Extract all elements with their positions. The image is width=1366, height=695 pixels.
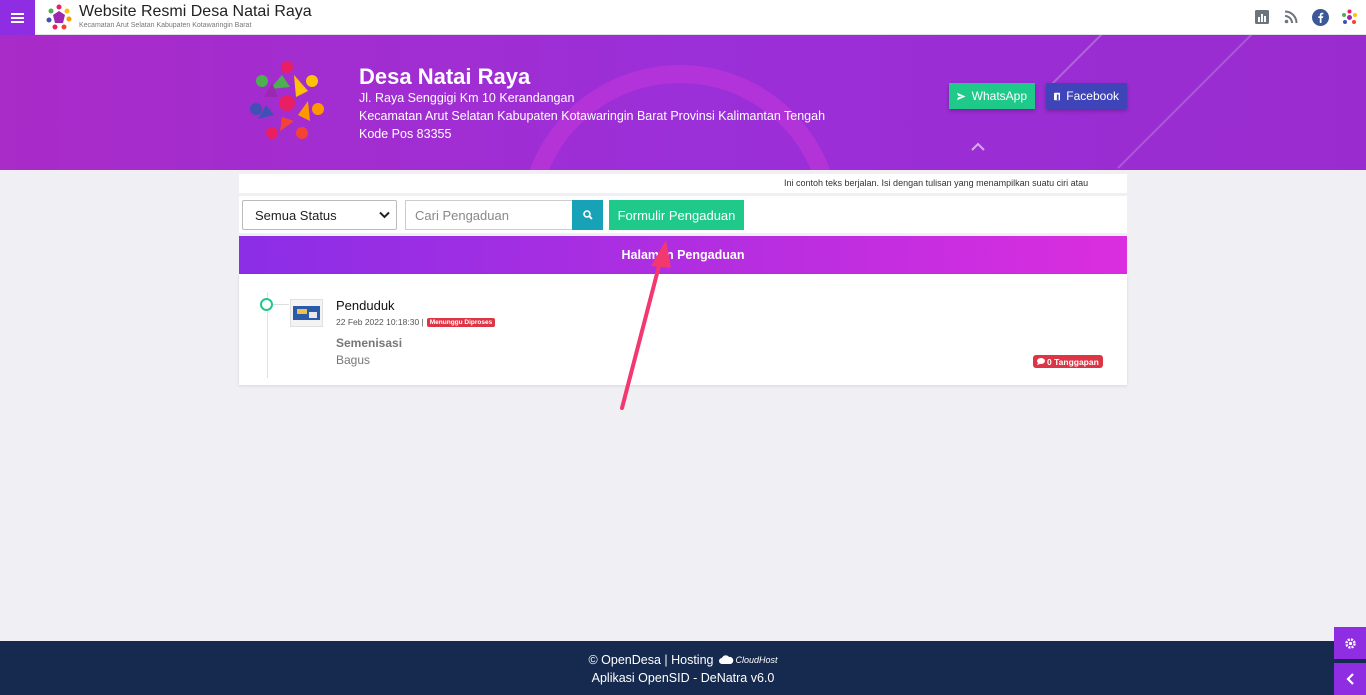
whatsapp-button-label: WhatsApp <box>971 89 1027 103</box>
complaint-text: Bagus <box>336 353 371 367</box>
settings-button[interactable] <box>1334 627 1366 659</box>
facebook-button[interactable]: Facebook <box>1046 83 1127 109</box>
cloudhost-brand: CloudHost <box>735 655 778 665</box>
site-subtitle: Kecamatan Arut Selatan Kabupaten Kotawar… <box>79 22 252 29</box>
rss-icon[interactable] <box>1282 8 1300 26</box>
facebook-square-icon <box>1054 92 1061 100</box>
site-footer: © OpenDesa | Hosting CloudHost Aplikasi … <box>0 641 1366 695</box>
running-text-bar: Ini contoh teks berjalan. Isi dengan tul… <box>239 174 1127 193</box>
complaint-meta: 22 Feb 2022 10:18:30 | Menunggu Diproses <box>336 317 496 327</box>
facebook-button-label: Facebook <box>1066 89 1119 103</box>
search-input[interactable] <box>405 200 573 230</box>
cloudhost-logo[interactable]: CloudHost <box>718 655 778 665</box>
village-region: Kecamatan Arut Selatan Kabupaten Kotawar… <box>359 109 826 123</box>
village-address: Jl. Raya Senggigi Km 10 Kerandangan <box>359 91 575 105</box>
status-badge: Menunggu Diproses <box>426 317 496 327</box>
footer-app-version: Aplikasi OpenSID - DeNatra v6.0 <box>591 671 775 685</box>
cloud-icon <box>718 655 733 664</box>
village-name: Desa Natai Raya <box>359 64 531 89</box>
opensid-logo-icon[interactable] <box>1340 8 1358 26</box>
status-select-value: Semua Status <box>255 207 337 223</box>
complaint-thumbnail[interactable] <box>290 299 323 327</box>
collapse-sidebar-button[interactable] <box>1334 663 1366 695</box>
village-emblem-icon <box>250 61 324 139</box>
decor-line <box>1048 35 1192 88</box>
complaint-category[interactable]: Penduduk <box>336 298 395 313</box>
chevron-left-icon <box>1345 673 1354 685</box>
send-icon <box>957 92 966 100</box>
chevron-up-icon[interactable] <box>971 142 985 152</box>
hamburger-icon <box>11 12 24 23</box>
footer-credit-text: © OpenDesa | Hosting <box>588 653 714 667</box>
footer-credit: © OpenDesa | Hosting CloudHost <box>0 653 1366 667</box>
hero-banner: Desa Natai Raya Jl. Raya Senggigi Km 10 … <box>0 35 1366 170</box>
complaint-date: 22 Feb 2022 10:18:30 | <box>336 317 424 327</box>
facebook-icon[interactable] <box>1311 8 1329 26</box>
chevron-down-icon <box>379 211 390 219</box>
complaint-panel-header: Halaman Pengaduan <box>239 236 1127 274</box>
complaint-form-button[interactable]: Formulir Pengaduan <box>609 200 744 230</box>
site-title[interactable]: Website Resmi Desa Natai Raya <box>79 3 312 21</box>
complaint-list: Penduduk 22 Feb 2022 10:18:30 | Menunggu… <box>239 274 1127 385</box>
statistics-icon[interactable] <box>1253 8 1271 26</box>
menu-toggle-button[interactable] <box>0 0 35 35</box>
top-navbar: Website Resmi Desa Natai Raya Kecamatan … <box>0 0 1366 35</box>
complaint-filter-bar: Semua Status Formulir Pengaduan <box>239 196 1127 233</box>
gear-icon <box>1344 637 1356 649</box>
decor-line <box>1117 35 1303 169</box>
timeline-connector <box>273 304 289 305</box>
running-text: Ini contoh teks berjalan. Isi dengan tul… <box>784 178 1089 188</box>
search-button[interactable] <box>572 200 603 230</box>
status-select[interactable]: Semua Status <box>242 200 397 230</box>
village-logo-icon[interactable] <box>45 3 73 31</box>
reply-count-badge[interactable]: 0 Tanggapan <box>1033 355 1103 368</box>
comments-icon <box>1037 358 1045 365</box>
timeline-dot-icon <box>260 298 273 311</box>
complaint-subject: Semenisasi <box>336 336 403 350</box>
search-icon <box>582 210 593 220</box>
whatsapp-button[interactable]: WhatsApp <box>949 83 1035 109</box>
top-icon-group <box>1253 8 1358 26</box>
village-postal-code: Kode Pos 83355 <box>359 127 452 141</box>
reply-count-label: 0 Tanggapan <box>1047 356 1099 367</box>
